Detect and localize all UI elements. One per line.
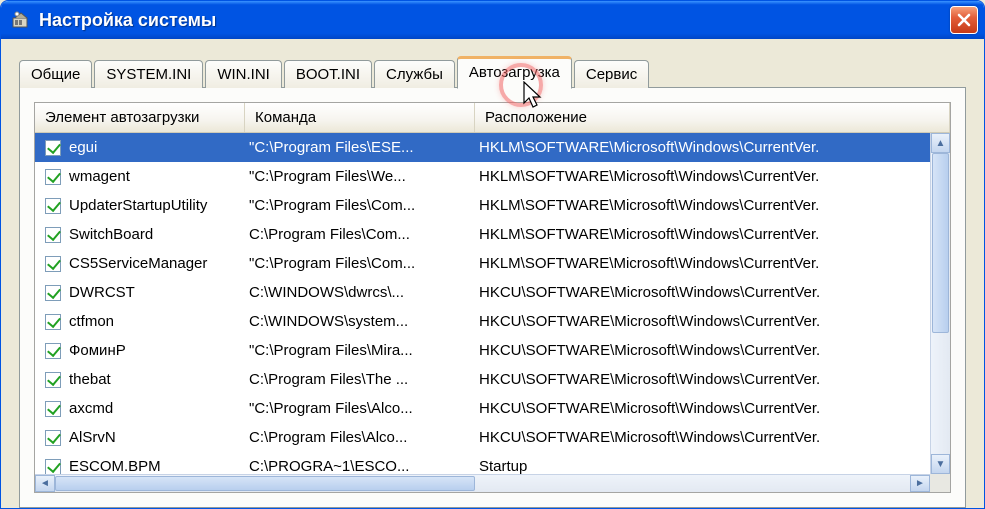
scroll-corner	[930, 474, 950, 492]
close-button[interactable]	[950, 6, 978, 34]
item-location: HKLM\SOFTWARE\Microsoft\Windows\CurrentV…	[475, 226, 950, 243]
msconfig-window: Настройка системы ОбщиеSYSTEM.INIWIN.INI…	[0, 0, 985, 509]
tab-6[interactable]: Сервис	[574, 60, 649, 88]
item-location: HKLM\SOFTWARE\Microsoft\Windows\CurrentV…	[475, 255, 950, 272]
checkbox[interactable]	[45, 459, 61, 475]
vertical-scrollbar[interactable]: ▲ ▼	[930, 133, 950, 474]
column-headers: Элемент автозагрузки Команда Расположени…	[35, 103, 950, 133]
tab-0[interactable]: Общие	[19, 60, 92, 88]
list-item[interactable]: ФоминР "C:\Program Files\Mira...HKCU\SOFT…	[35, 336, 950, 365]
checkbox[interactable]	[45, 256, 61, 272]
item-command: "C:\Program Files\Com...	[245, 197, 475, 214]
item-location: HKCU\SOFTWARE\Microsoft\Windows\CurrentV…	[475, 429, 950, 446]
item-command: C:\WINDOWS\system...	[245, 313, 475, 330]
startup-list: Элемент автозагрузки Команда Расположени…	[34, 102, 951, 493]
list-item[interactable]: axcmd "C:\Program Files\Alco...HKCU\SOFTW…	[35, 394, 950, 423]
item-command: C:\PROGRA~1\ESCO...	[245, 458, 475, 475]
checkbox[interactable]	[45, 343, 61, 359]
item-command: C:\Program Files\The ...	[245, 371, 475, 388]
list-item[interactable]: SwitchBoard C:\Program Files\Com...HKLM\S…	[35, 220, 950, 249]
item-name: CS5ServiceManager	[69, 255, 207, 272]
item-name: DWRCST	[69, 284, 135, 301]
item-command: "C:\Program Files\ESE...	[245, 139, 475, 156]
item-location: HKCU\SOFTWARE\Microsoft\Windows\CurrentV…	[475, 371, 950, 388]
item-command: C:\Program Files\Alco...	[245, 429, 475, 446]
item-name: ESCOM.BPM	[69, 458, 161, 475]
titlebar[interactable]: Настройка системы	[1, 1, 984, 39]
list-item[interactable]: AlSrvN C:\Program Files\Alco...HKCU\SOFTW…	[35, 423, 950, 452]
item-name: SwitchBoard	[69, 226, 153, 243]
checkbox[interactable]	[45, 169, 61, 185]
item-location: HKLM\SOFTWARE\Microsoft\Windows\CurrentV…	[475, 197, 950, 214]
vertical-scroll-thumb[interactable]	[932, 153, 949, 333]
list-item[interactable]: CS5ServiceManager "C:\Program Files\Com..…	[35, 249, 950, 278]
item-command: C:\WINDOWS\dwrcs\...	[245, 284, 475, 301]
app-icon	[11, 10, 31, 30]
item-name: thebat	[69, 371, 111, 388]
tab-1[interactable]: SYSTEM.INI	[94, 60, 203, 88]
item-location: Startup	[475, 458, 950, 475]
list-item[interactable]: egui "C:\Program Files\ESE...HKLM\SOFTWAR…	[35, 133, 950, 162]
tab-strip: ОбщиеSYSTEM.INIWIN.INIBOOT.INIСлужбыАвто…	[19, 55, 966, 87]
item-command: "C:\Program Files\We...	[245, 168, 475, 185]
checkbox[interactable]	[45, 401, 61, 417]
item-command: "C:\Program Files\Alco...	[245, 400, 475, 417]
tab-3[interactable]: BOOT.INI	[284, 60, 372, 88]
tab-4[interactable]: Службы	[374, 60, 455, 88]
horizontal-scrollbar[interactable]: ◄ ►	[35, 474, 930, 492]
item-name: egui	[69, 139, 97, 156]
scroll-up-button[interactable]: ▲	[931, 133, 950, 153]
item-command: "C:\Program Files\Mira...	[245, 342, 475, 359]
item-command: C:\Program Files\Com...	[245, 226, 475, 243]
checkbox[interactable]	[45, 285, 61, 301]
checkbox[interactable]	[45, 314, 61, 330]
window-title: Настройка системы	[39, 10, 950, 31]
item-location: HKLM\SOFTWARE\Microsoft\Windows\CurrentV…	[475, 139, 950, 156]
checkbox[interactable]	[45, 140, 61, 156]
list-item[interactable]: thebat C:\Program Files\The ...HKCU\SOFTW…	[35, 365, 950, 394]
item-command: "C:\Program Files\Com...	[245, 255, 475, 272]
list-item[interactable]: wmagent "C:\Program Files\We...HKLM\SOFTW…	[35, 162, 950, 191]
item-name: UpdaterStartupUtility	[69, 197, 207, 214]
horizontal-scroll-thumb[interactable]	[55, 476, 475, 491]
item-name: AlSrvN	[69, 429, 116, 446]
checkbox[interactable]	[45, 227, 61, 243]
item-location: HKCU\SOFTWARE\Microsoft\Windows\CurrentV…	[475, 400, 950, 417]
item-location: HKLM\SOFTWARE\Microsoft\Windows\CurrentV…	[475, 168, 950, 185]
tab-panel-startup: Элемент автозагрузки Команда Расположени…	[19, 87, 966, 508]
list-rows: egui"C:\Program Files\ESE...HKLM\SOFTWAR…	[35, 133, 950, 492]
client-area: ОбщиеSYSTEM.INIWIN.INIBOOT.INIСлужбыАвто…	[1, 39, 984, 508]
list-item[interactable]: DWRCST C:\WINDOWS\dwrcs\...HKCU\SOFTWARE\…	[35, 278, 950, 307]
checkbox[interactable]	[45, 372, 61, 388]
item-name: ФоминР	[69, 342, 126, 359]
item-name: ctfmon	[69, 313, 114, 330]
scroll-down-button[interactable]: ▼	[931, 454, 950, 474]
column-header-command[interactable]: Команда	[245, 103, 475, 132]
item-name: axcmd	[69, 400, 113, 417]
list-item[interactable]: ctfmon C:\WINDOWS\system...HKCU\SOFTWARE\…	[35, 307, 950, 336]
item-location: HKCU\SOFTWARE\Microsoft\Windows\CurrentV…	[475, 313, 950, 330]
tab-5[interactable]: Автозагрузка	[457, 56, 572, 89]
checkbox[interactable]	[45, 198, 61, 214]
column-header-item[interactable]: Элемент автозагрузки	[35, 103, 245, 132]
item-location: HKCU\SOFTWARE\Microsoft\Windows\CurrentV…	[475, 342, 950, 359]
list-item[interactable]: UpdaterStartupUtility "C:\Program Files\C…	[35, 191, 950, 220]
tab-2[interactable]: WIN.INI	[205, 60, 282, 88]
item-location: HKCU\SOFTWARE\Microsoft\Windows\CurrentV…	[475, 284, 950, 301]
scroll-right-button[interactable]: ►	[910, 475, 930, 492]
column-header-location[interactable]: Расположение	[475, 103, 950, 132]
item-name: wmagent	[69, 168, 130, 185]
checkbox[interactable]	[45, 430, 61, 446]
scroll-left-button[interactable]: ◄	[35, 475, 55, 492]
